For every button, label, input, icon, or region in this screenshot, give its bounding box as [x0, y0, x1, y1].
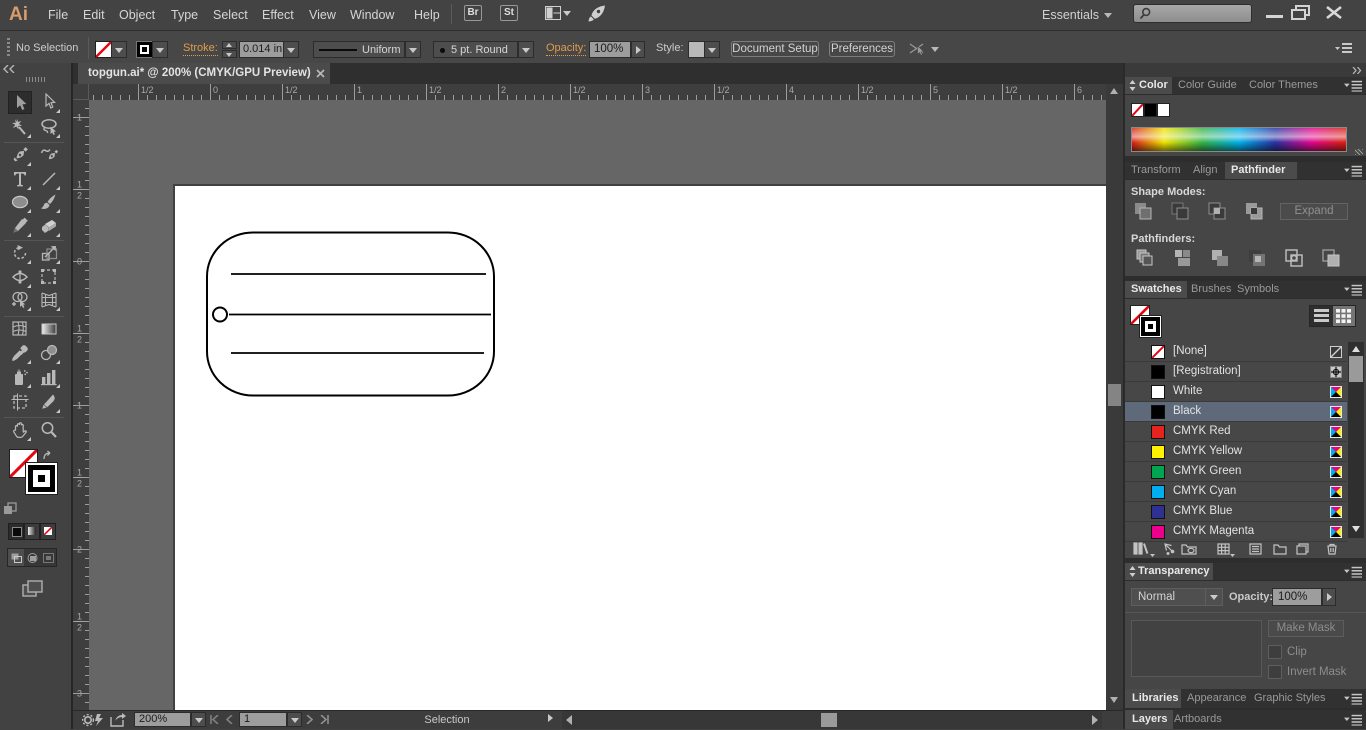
svg-text:2: 2: [77, 335, 82, 345]
svg-text:3: 3: [645, 85, 650, 95]
svg-text:1: 1: [77, 113, 82, 123]
svg-text:1/2: 1/2: [717, 85, 730, 95]
svg-text:4: 4: [789, 85, 794, 95]
svg-text:1/2: 1/2: [141, 85, 154, 95]
svg-text:2: 2: [77, 479, 82, 489]
svg-text:1: 1: [77, 324, 82, 334]
svg-text:1/2: 1/2: [1005, 85, 1018, 95]
svg-text:6: 6: [1077, 85, 1082, 95]
svg-text:1: 1: [77, 401, 82, 411]
svg-text:1: 1: [77, 612, 82, 622]
svg-text:0: 0: [213, 85, 218, 95]
svg-text:1/2: 1/2: [285, 85, 298, 95]
svg-text:1: 1: [357, 85, 362, 95]
svg-text:1: 1: [77, 180, 82, 190]
svg-text:1: 1: [77, 468, 82, 478]
svg-text:1/2: 1/2: [861, 85, 874, 95]
svg-text:2: 2: [77, 191, 82, 201]
svg-text:1/2: 1/2: [573, 85, 586, 95]
svg-text:0: 0: [77, 257, 82, 267]
svg-text:2: 2: [501, 85, 506, 95]
svg-text:3: 3: [77, 689, 82, 699]
svg-text:2: 2: [77, 623, 82, 633]
svg-text:2: 2: [77, 545, 82, 555]
svg-text:5: 5: [933, 85, 938, 95]
svg-text:1/2: 1/2: [429, 85, 442, 95]
